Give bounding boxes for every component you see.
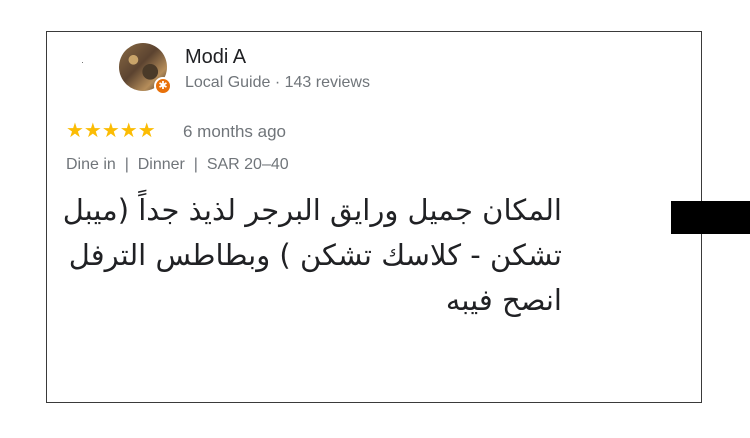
local-guide-badge-icon: ✱ bbox=[154, 77, 172, 95]
review-text: المكان جميل ورايق البرجر لذيذ جداً (ميبل… bbox=[62, 193, 562, 317]
redaction-block bbox=[671, 201, 750, 234]
visit-tags: Dine in | Dinner | SAR 20–40 bbox=[66, 156, 289, 173]
avatar[interactable]: ✱ bbox=[119, 43, 172, 95]
review-time: 6 months ago bbox=[183, 122, 287, 141]
decorative-dot bbox=[82, 62, 83, 63]
reviewer-name[interactable]: Modi A bbox=[185, 46, 246, 69]
star-rating-icon: ★★★★★ bbox=[66, 118, 156, 142]
reviewer-meta: Local Guide · 143 reviews bbox=[185, 74, 370, 91]
